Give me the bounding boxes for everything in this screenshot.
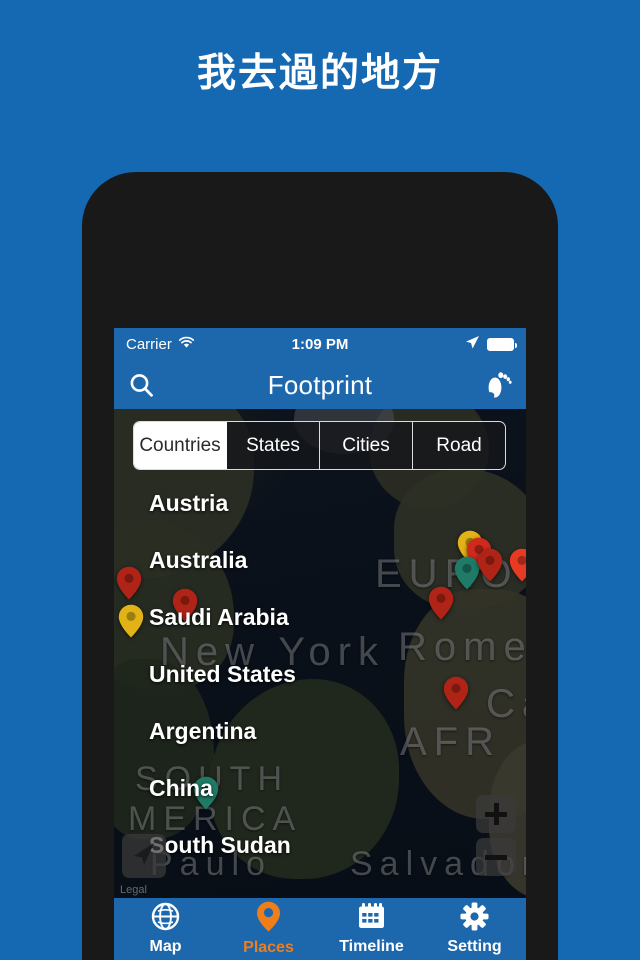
list-item[interactable]: China: [114, 760, 526, 817]
status-bar: Carrier 1:09 PM: [114, 328, 526, 361]
nav-title: Footprint: [267, 369, 373, 400]
country-list[interactable]: Austria Australia Saudi Arabia United State…: [114, 475, 526, 874]
list-item[interactable]: Austria: [114, 475, 526, 532]
tab-label-timeline: Timeline: [339, 938, 404, 955]
tab-places[interactable]: Places: [217, 898, 320, 960]
tab-map[interactable]: Map: [114, 898, 217, 960]
tab-bar[interactable]: Map Places Timeline Setting: [114, 898, 526, 960]
tab-label-setting: Setting: [447, 938, 502, 955]
country-name: South Sudan: [149, 832, 291, 858]
segment-road[interactable]: Road: [413, 422, 505, 469]
country-name: China: [149, 775, 213, 801]
list-item[interactable]: United States: [114, 646, 526, 703]
segment-cities[interactable]: Cities: [320, 422, 413, 469]
country-name: Austria: [149, 490, 229, 516]
locate-button[interactable]: [122, 834, 166, 878]
list-item[interactable]: Saudi Arabia: [114, 589, 526, 646]
country-name: Saudi Arabia: [149, 604, 289, 630]
list-item[interactable]: Argentina: [114, 703, 526, 760]
segment-countries[interactable]: Countries: [134, 422, 227, 469]
segmented-control[interactable]: Countries States Cities Road: [133, 421, 506, 470]
segment-states[interactable]: States: [227, 422, 320, 469]
nav-bar: Footprint: [114, 361, 526, 409]
footprint-icon[interactable]: [484, 370, 512, 400]
map-pin-icon: [256, 901, 281, 937]
navigation-arrow-icon: [131, 841, 157, 872]
country-name: Argentina: [149, 718, 257, 744]
phone-screen: Carrier 1:09 PM Footprint EURO Rome C AF…: [114, 328, 526, 960]
gear-icon: [460, 902, 489, 936]
location-arrow-icon: [465, 335, 480, 354]
country-name: United States: [149, 661, 296, 687]
list-item[interactable]: South Sudan: [114, 817, 526, 874]
status-right: [465, 335, 517, 354]
map-view[interactable]: EURORomeCaiAFRNew YorkSOUTHMERICAPauloSa…: [114, 409, 526, 898]
tab-timeline[interactable]: Timeline: [320, 898, 423, 960]
search-icon[interactable]: [128, 372, 155, 399]
calendar-icon: [357, 902, 386, 936]
battery-full-icon: [487, 338, 517, 351]
tab-setting[interactable]: Setting: [423, 898, 526, 960]
zoom-in-button[interactable]: [476, 795, 516, 833]
globe-icon: [151, 902, 180, 936]
zoom-out-button[interactable]: [476, 838, 516, 876]
tab-label-places: Places: [243, 939, 294, 956]
map-zoom-controls[interactable]: [476, 795, 516, 876]
country-name: Australia: [149, 547, 248, 573]
tab-label-map: Map: [149, 938, 182, 955]
map-legal-label[interactable]: Legal: [120, 884, 147, 896]
page-title: 我去過的地方: [196, 51, 443, 96]
list-item[interactable]: Australia: [114, 532, 526, 589]
